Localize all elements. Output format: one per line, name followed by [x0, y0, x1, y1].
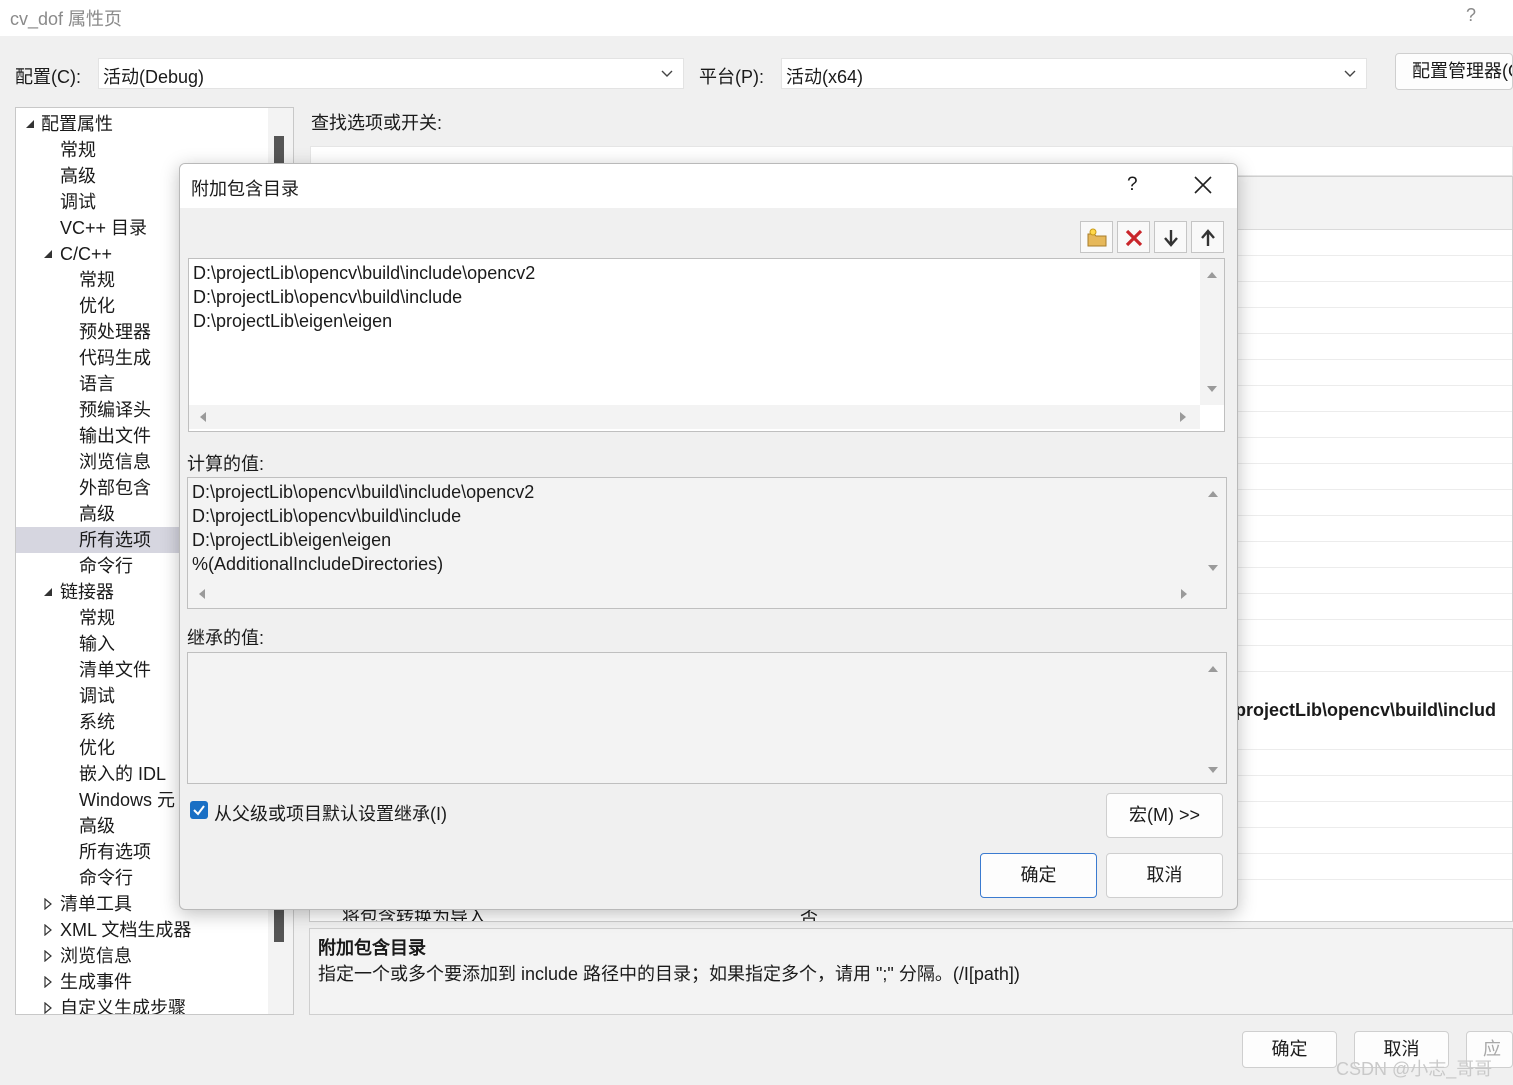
evaluated-values: D:\projectLib\opencv\build\include\openc… [187, 477, 1227, 609]
config-select-value: 活动(Debug) [103, 67, 205, 87]
macros-button[interactable]: 宏(M) >> [1106, 793, 1223, 838]
dialog-titlebar: 附加包含目录 ? [180, 164, 1237, 208]
collapsed-arrow-icon[interactable] [42, 976, 54, 988]
expanded-arrow-icon[interactable] [42, 248, 54, 260]
list-item: %(AdditionalIncludeDirectories) [192, 554, 444, 574]
collapsed-arrow-icon[interactable] [42, 1002, 54, 1014]
window-title: cv_dof 属性页 [10, 9, 123, 29]
inherit-checkbox-label[interactable]: 从父级或项目默认设置继承(I) [214, 800, 447, 826]
collapsed-arrow-icon[interactable] [42, 950, 54, 962]
tree-item-xml-doc[interactable]: XML 文档生成器 [16, 917, 268, 943]
config-select[interactable]: 活动(Debug) [98, 58, 684, 89]
tree-item-config-properties[interactable]: 配置属性 [16, 111, 268, 137]
window-titlebar: cv_dof 属性页 ? [0, 0, 1513, 36]
list-item: D:\projectLib\opencv\build\include\openc… [192, 482, 535, 502]
move-down-icon [1164, 230, 1178, 247]
new-line-button[interactable] [1080, 221, 1113, 253]
dialog-help-button[interactable]: ? [1127, 174, 1138, 196]
description-title: 附加包含目录 [318, 938, 426, 958]
platform-select[interactable]: 活动(x64) [781, 58, 1367, 89]
scroll-up-icon[interactable] [1207, 488, 1219, 500]
collapsed-arrow-icon[interactable] [42, 924, 54, 936]
checkmark-icon [193, 805, 205, 816]
scroll-up-icon[interactable] [1207, 663, 1219, 675]
config-manager-button[interactable]: 配置管理器(O [1395, 53, 1513, 90]
editor-vscrollbar[interactable] [1200, 259, 1224, 405]
close-icon[interactable] [1192, 174, 1214, 196]
dialog-ok-button[interactable]: 确定 [980, 853, 1097, 898]
chevron-down-icon [1344, 70, 1356, 77]
include-dirs-dialog: 附加包含目录 ? D:\projectLib\opencv\build\incl… [179, 163, 1238, 910]
ok-button[interactable]: 确定 [1242, 1031, 1337, 1068]
expanded-arrow-icon[interactable] [42, 586, 54, 598]
inherited-label: 继承的值: [187, 628, 265, 648]
move-down-button[interactable] [1154, 221, 1187, 253]
grid-selected-value[interactable]: projectLib\opencv\build\includ [1235, 700, 1496, 721]
scroll-down-icon[interactable] [1206, 383, 1218, 395]
scroll-right-icon[interactable] [1177, 411, 1189, 423]
inherited-values [187, 652, 1227, 784]
scroll-up-icon[interactable] [1206, 269, 1218, 281]
list-item[interactable]: D:\projectLib\opencv\build\include [193, 287, 462, 308]
list-item: D:\projectLib\eigen\eigen [192, 530, 392, 550]
watermark: CSDN @小志_哥哥 [1336, 1059, 1493, 1079]
inherited-vscrollbar[interactable] [1201, 653, 1225, 783]
dialog-title: 附加包含目录 [191, 179, 299, 199]
config-label: 配置(C): [15, 67, 81, 87]
collapsed-arrow-icon[interactable] [42, 898, 54, 910]
delete-line-button[interactable] [1117, 221, 1150, 253]
list-item[interactable]: D:\projectLib\opencv\build\include\openc… [193, 263, 535, 284]
tree-item-browse-info[interactable]: 浏览信息 [16, 943, 268, 969]
evaluated-hscrollbar[interactable] [188, 582, 1201, 606]
scroll-down-icon[interactable] [1207, 764, 1219, 776]
description-text: 指定一个或多个要添加到 include 路径中的目录；如果指定多个，请用 ";"… [318, 964, 1020, 984]
chevron-down-icon [661, 70, 673, 77]
scroll-left-icon[interactable] [196, 588, 208, 600]
new-folder-icon [1087, 228, 1107, 247]
scroll-right-icon[interactable] [1178, 588, 1190, 600]
include-dirs-editor[interactable]: D:\projectLib\opencv\build\include\openc… [188, 258, 1225, 432]
scroll-left-icon[interactable] [197, 411, 209, 423]
tree-item-general[interactable]: 常规 [16, 137, 268, 163]
platform-label: 平台(P): [699, 67, 764, 87]
dialog-cancel-button[interactable]: 取消 [1106, 853, 1223, 898]
move-up-icon [1201, 229, 1215, 246]
evaluated-label: 计算的值: [187, 454, 265, 474]
list-item: D:\projectLib\opencv\build\include [192, 506, 462, 526]
window-help-button[interactable]: ? [1466, 5, 1476, 26]
move-up-button[interactable] [1191, 221, 1224, 253]
inherit-checkbox[interactable] [190, 801, 208, 819]
scroll-down-icon[interactable] [1207, 562, 1219, 574]
delete-icon [1125, 229, 1143, 247]
list-item[interactable]: D:\projectLib\eigen\eigen [193, 311, 392, 332]
tree-item-custom-build[interactable]: 自定义生成步骤 [16, 995, 268, 1014]
expanded-arrow-icon[interactable] [24, 118, 36, 130]
evaluated-vscrollbar[interactable] [1201, 478, 1225, 582]
platform-select-value: 活动(x64) [786, 67, 864, 87]
tree-item-build-events[interactable]: 生成事件 [16, 969, 268, 995]
search-label: 查找选项或开关: [311, 113, 443, 133]
description-panel: 附加包含目录 指定一个或多个要添加到 include 路径中的目录；如果指定多个… [309, 928, 1513, 1015]
editor-hscrollbar[interactable] [189, 405, 1200, 429]
